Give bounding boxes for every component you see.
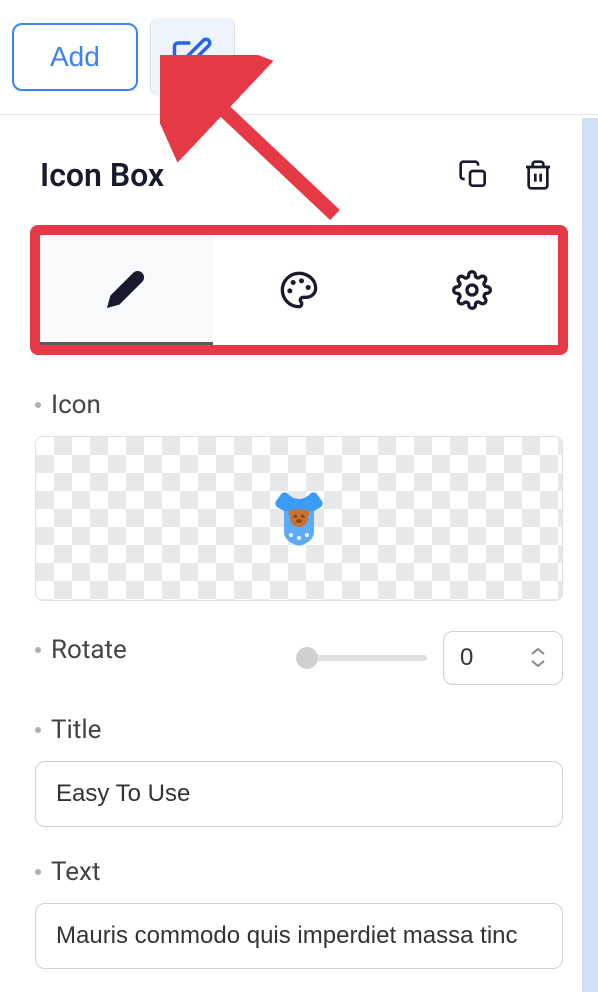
field-label-row: Text [35,857,563,887]
rotate-input[interactable] [460,644,510,672]
stepper-down[interactable] [530,659,546,669]
field-icon: Icon [35,390,563,601]
field-label-row: Icon [35,390,563,420]
trash-icon [522,159,554,191]
field-label-row: Rotate [35,635,127,665]
field-rotate: Rotate [35,631,563,685]
edit-mode-button[interactable] [150,18,235,96]
tab-style[interactable] [213,235,386,345]
pencil-icon [106,269,146,309]
text-field-label: Text [51,857,100,887]
fields-area: Icon [0,390,598,969]
slider-thumb[interactable] [296,647,318,669]
top-toolbar: Add [0,0,598,115]
rotate-field-label: Rotate [51,635,127,665]
bullet-icon [35,869,41,875]
tab-content[interactable] [40,235,213,345]
field-text: Text [35,857,563,969]
panel-title: Icon Box [40,156,164,194]
field-title: Title [35,715,563,827]
properties-panel: Icon Box [0,115,598,969]
tabs-highlight-box [30,225,568,355]
palette-icon [279,270,319,310]
tab-advanced[interactable] [385,235,558,345]
bullet-icon [35,647,41,653]
add-button[interactable]: Add [12,23,138,91]
number-steppers [530,647,546,669]
icon-preview[interactable] [35,436,563,601]
copy-icon [458,159,490,191]
stepper-up[interactable] [530,647,546,657]
rotate-controls [307,631,563,685]
title-field-label: Title [51,715,101,745]
field-label-row: Title [35,715,563,745]
chevron-up-icon [531,648,545,656]
gear-icon [452,270,492,310]
tabs-container [0,225,598,390]
delete-button[interactable] [518,155,558,195]
bullet-icon [35,402,41,408]
title-input[interactable] [35,761,563,827]
rotate-slider[interactable] [307,655,427,661]
text-input[interactable] [35,903,563,969]
chevron-down-icon [531,660,545,668]
panel-header: Icon Box [0,115,598,225]
baby-onesie-icon [274,491,324,546]
duplicate-button[interactable] [454,155,494,195]
bullet-icon [35,727,41,733]
scrollbar[interactable] [582,118,598,992]
edit-pencil-square-icon [171,36,213,78]
rotate-number-input [443,631,563,685]
icon-field-label: Icon [51,390,101,420]
panel-actions [454,155,558,195]
